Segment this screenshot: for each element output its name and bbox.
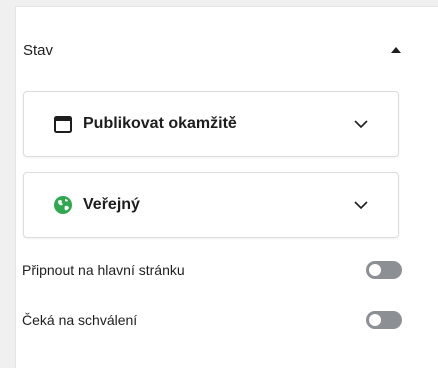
status-panel-title: Stav — [23, 41, 54, 59]
visibility-select-label: Veřejný — [83, 196, 140, 213]
toggle-knob — [369, 264, 381, 276]
toggle-knob — [369, 314, 381, 326]
calendar-icon — [53, 114, 73, 134]
globe-icon — [53, 195, 73, 215]
pin-to-front-toggle[interactable] — [366, 261, 402, 279]
publish-select-label: Publikovat okamžitě — [83, 115, 237, 132]
visibility-select[interactable]: Veřejný — [23, 172, 399, 238]
publish-select[interactable]: Publikovat okamžitě — [23, 91, 399, 157]
chevron-down-icon — [352, 115, 370, 133]
status-panel-header[interactable]: Stav — [23, 38, 403, 62]
chevron-down-icon — [352, 196, 370, 214]
pin-to-front-row: Připnout na hlavní stránku — [22, 258, 402, 282]
page: Stav Publikovat okamžitě Veřejný Připnou… — [0, 0, 438, 368]
pending-review-label: Čeká na schválení — [22, 312, 138, 328]
caret-up-icon[interactable] — [391, 47, 401, 53]
pending-review-toggle[interactable] — [366, 311, 402, 329]
pin-to-front-label: Připnout na hlavní stránku — [22, 262, 185, 278]
pending-review-row: Čeká na schválení — [22, 308, 402, 332]
